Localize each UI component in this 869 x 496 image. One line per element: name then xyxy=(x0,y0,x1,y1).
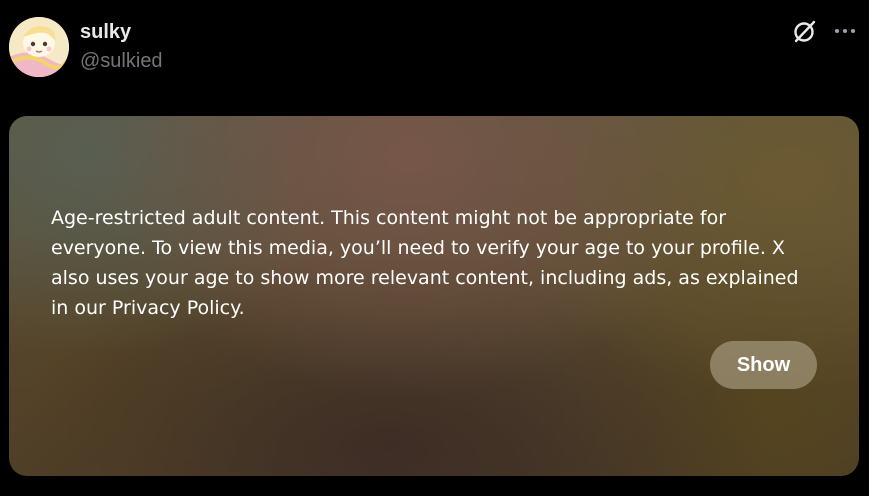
avatar-image xyxy=(9,17,69,77)
author-display-name[interactable]: sulky xyxy=(80,18,163,46)
post-container: sulky @sulkied Age-restricted adult cont… xyxy=(0,0,869,496)
grok-icon[interactable] xyxy=(792,18,818,44)
author-info: sulky @sulkied xyxy=(80,18,163,76)
author-handle[interactable]: @sulkied xyxy=(80,46,163,76)
more-options-icon[interactable] xyxy=(832,18,858,44)
post-header: sulky @sulkied xyxy=(0,0,869,100)
show-media-button[interactable]: Show xyxy=(710,341,817,389)
sensitive-media-card: Age-restricted adult content. This conte… xyxy=(9,116,859,476)
avatar[interactable] xyxy=(9,17,69,77)
age-restriction-warning: Age-restricted adult content. This conte… xyxy=(51,207,799,319)
